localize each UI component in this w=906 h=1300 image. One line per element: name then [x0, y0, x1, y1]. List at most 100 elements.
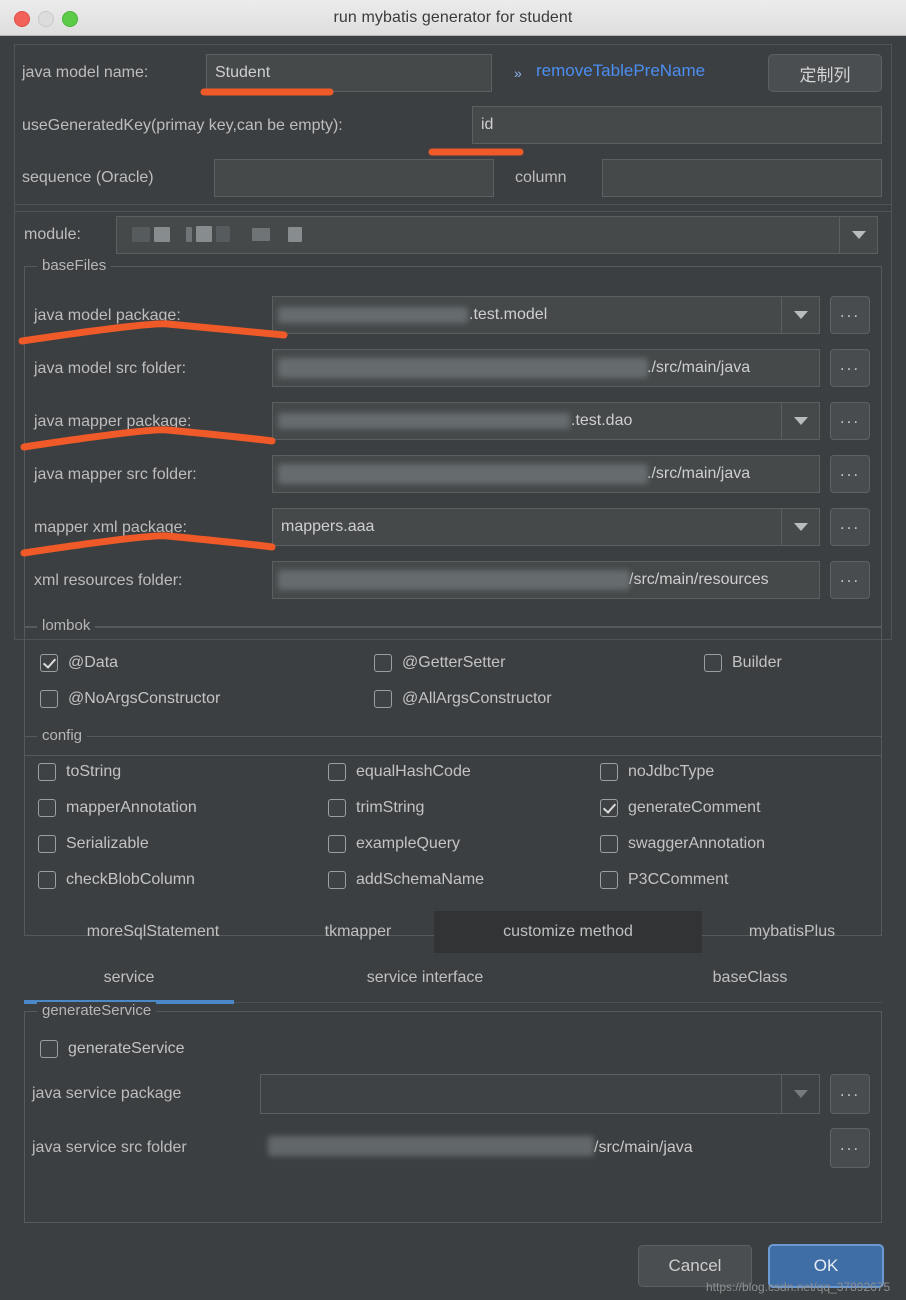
config-checkbox-checkblobcolumn[interactable]: checkBlobColumn [38, 871, 195, 889]
config-checkbox-trimstring[interactable]: trimString [328, 799, 424, 817]
checkbox-icon[interactable] [40, 654, 58, 672]
mapper-xml-package-label: mapper xml package: [34, 519, 187, 536]
lombok-checkbox-gettersetter[interactable]: @GetterSetter [374, 654, 505, 672]
config-checkbox-label: noJdbcType [628, 763, 715, 780]
checkbox-icon[interactable] [600, 835, 618, 853]
xml-resources-folder-input[interactable]: /src/main/resources [272, 561, 820, 599]
config-checkbox-tostring[interactable]: toString [38, 763, 121, 781]
tab-customize-method[interactable]: customize method [434, 911, 702, 953]
chevron-down-icon[interactable] [781, 1075, 819, 1113]
config-checkbox-label: Serializable [66, 835, 149, 852]
java-service-src-folder-browse-button[interactable]: ... [830, 1128, 870, 1168]
chevron-down-icon[interactable] [781, 509, 819, 545]
java-mapper-package-label: java mapper package: [34, 413, 192, 430]
checkbox-icon[interactable] [600, 871, 618, 889]
checkbox-icon[interactable] [38, 799, 56, 817]
mapper-xml-package-value: mappers.aaa [281, 518, 375, 535]
remove-table-prename-link[interactable]: removeTablePreName [536, 61, 705, 81]
mapper-xml-package-combo[interactable]: mappers.aaa [272, 508, 820, 546]
window-controls[interactable] [14, 11, 78, 27]
java-service-package-label: java service package [32, 1085, 182, 1102]
close-button[interactable] [14, 11, 30, 27]
tab-tkmapper[interactable]: tkmapper [282, 911, 434, 953]
checkbox-icon[interactable] [374, 654, 392, 672]
tab-mybatis-plus[interactable]: mybatisPlus [702, 911, 882, 953]
tab-more-sql-statement[interactable]: moreSqlStatement [24, 911, 282, 953]
java-model-src-folder-value: ./src/main/java [647, 359, 751, 376]
window-title: run mybatis generator for student [333, 8, 573, 26]
java-service-package-browse-button[interactable]: ... [830, 1074, 870, 1114]
config-checkbox-mapperannotation[interactable]: mapperAnnotation [38, 799, 197, 817]
lombok-checkbox-label: @GetterSetter [402, 654, 506, 671]
checkbox-icon[interactable] [40, 1040, 58, 1058]
java-model-src-folder-browse-button[interactable]: ... [830, 349, 870, 387]
checkbox-icon[interactable] [40, 690, 58, 708]
minimize-button[interactable] [38, 11, 54, 27]
checkbox-icon[interactable] [328, 799, 346, 817]
config-checkbox-label: addSchemaName [356, 871, 485, 888]
java-model-name-label: java model name: [22, 64, 149, 81]
config-checkbox-label: equalHashCode [356, 763, 471, 780]
checkbox-icon[interactable] [328, 763, 346, 781]
checkbox-icon[interactable] [374, 690, 392, 708]
checkbox-icon[interactable] [38, 871, 56, 889]
config-checkbox-examplequery[interactable]: exampleQuery [328, 835, 460, 853]
column-label: column [515, 169, 567, 186]
tab-service-interface[interactable]: service interface [280, 957, 570, 999]
lombok-checkbox-data[interactable]: @Data [40, 654, 118, 672]
mapper-xml-package-browse-button[interactable]: ... [830, 508, 870, 546]
java-service-package-combo[interactable] [260, 1074, 820, 1114]
java-model-src-folder-label: java model src folder: [34, 360, 187, 377]
java-mapper-src-folder-label: java mapper src folder: [34, 466, 197, 483]
checkbox-icon[interactable] [328, 871, 346, 889]
chevron-down-icon[interactable] [781, 403, 819, 439]
chevron-down-icon[interactable] [839, 217, 877, 253]
config-checkbox-equalhashcode[interactable]: equalHashCode [328, 763, 471, 781]
java-mapper-src-folder-input[interactable]: ./src/main/java [272, 455, 820, 493]
lombok-checkbox-builder[interactable]: Builder [704, 654, 782, 672]
checkbox-icon[interactable] [600, 799, 618, 817]
config-checkbox-label: trimString [356, 799, 425, 816]
java-model-package-browse-button[interactable]: ... [830, 296, 870, 334]
checkbox-icon[interactable] [600, 763, 618, 781]
lombok-checkbox-label: @NoArgsConstructor [68, 690, 221, 707]
column-input[interactable] [602, 159, 882, 197]
tab-service[interactable]: service [24, 957, 234, 999]
config-checkbox-label: P3CComment [628, 871, 729, 888]
use-generated-key-input[interactable]: id [472, 106, 882, 144]
java-mapper-src-folder-value: ./src/main/java [647, 465, 751, 482]
xml-resources-folder-label: xml resources folder: [34, 572, 183, 589]
config-checkbox-generatecomment[interactable]: generateComment [600, 799, 761, 817]
watermark: https://blog.csdn.net/qq_37892675 [706, 1280, 891, 1294]
java-model-src-folder-input[interactable]: ./src/main/java [272, 349, 820, 387]
xml-resources-folder-value: /src/main/resources [629, 571, 769, 588]
java-model-name-input[interactable]: Student [206, 54, 492, 92]
module-combo[interactable] [116, 216, 878, 254]
tab-base-class[interactable]: baseClass [640, 957, 860, 999]
sequence-oracle-input[interactable] [214, 159, 494, 197]
checkbox-icon[interactable] [704, 654, 722, 672]
dialog-body: java model name: Student » removeTablePr… [0, 36, 906, 1300]
lombok-checkbox-noargsconstructor[interactable]: @NoArgsConstructor [40, 690, 220, 708]
sequence-oracle-label: sequence (Oracle) [22, 169, 154, 186]
config-checkbox-serializable[interactable]: Serializable [38, 835, 149, 853]
config-checkbox-swaggerannotation[interactable]: swaggerAnnotation [600, 835, 765, 853]
checkbox-icon[interactable] [38, 763, 56, 781]
config-checkbox-addschemaname[interactable]: addSchemaName [328, 871, 484, 889]
java-model-package-value: .test.model [469, 306, 548, 323]
checkbox-icon[interactable] [328, 835, 346, 853]
lombok-checkbox-allargsconstructor[interactable]: @AllArgsConstructor [374, 690, 552, 708]
java-mapper-package-combo[interactable]: .test.dao [272, 402, 820, 440]
chevron-down-icon[interactable] [781, 297, 819, 333]
checkbox-icon[interactable] [38, 835, 56, 853]
custom-column-button[interactable]: 定制列 [768, 54, 882, 92]
java-mapper-src-folder-browse-button[interactable]: ... [830, 455, 870, 493]
lombok-checkbox-label: @Data [68, 654, 119, 671]
zoom-button[interactable] [62, 11, 78, 27]
xml-resources-folder-browse-button[interactable]: ... [830, 561, 870, 599]
generate-service-checkbox[interactable]: generateService [40, 1040, 185, 1058]
config-checkbox-nojdbctype[interactable]: noJdbcType [600, 763, 714, 781]
java-mapper-package-browse-button[interactable]: ... [830, 402, 870, 440]
config-checkbox-p3ccomment[interactable]: P3CComment [600, 871, 728, 889]
java-model-package-combo[interactable]: .test.model [272, 296, 820, 334]
